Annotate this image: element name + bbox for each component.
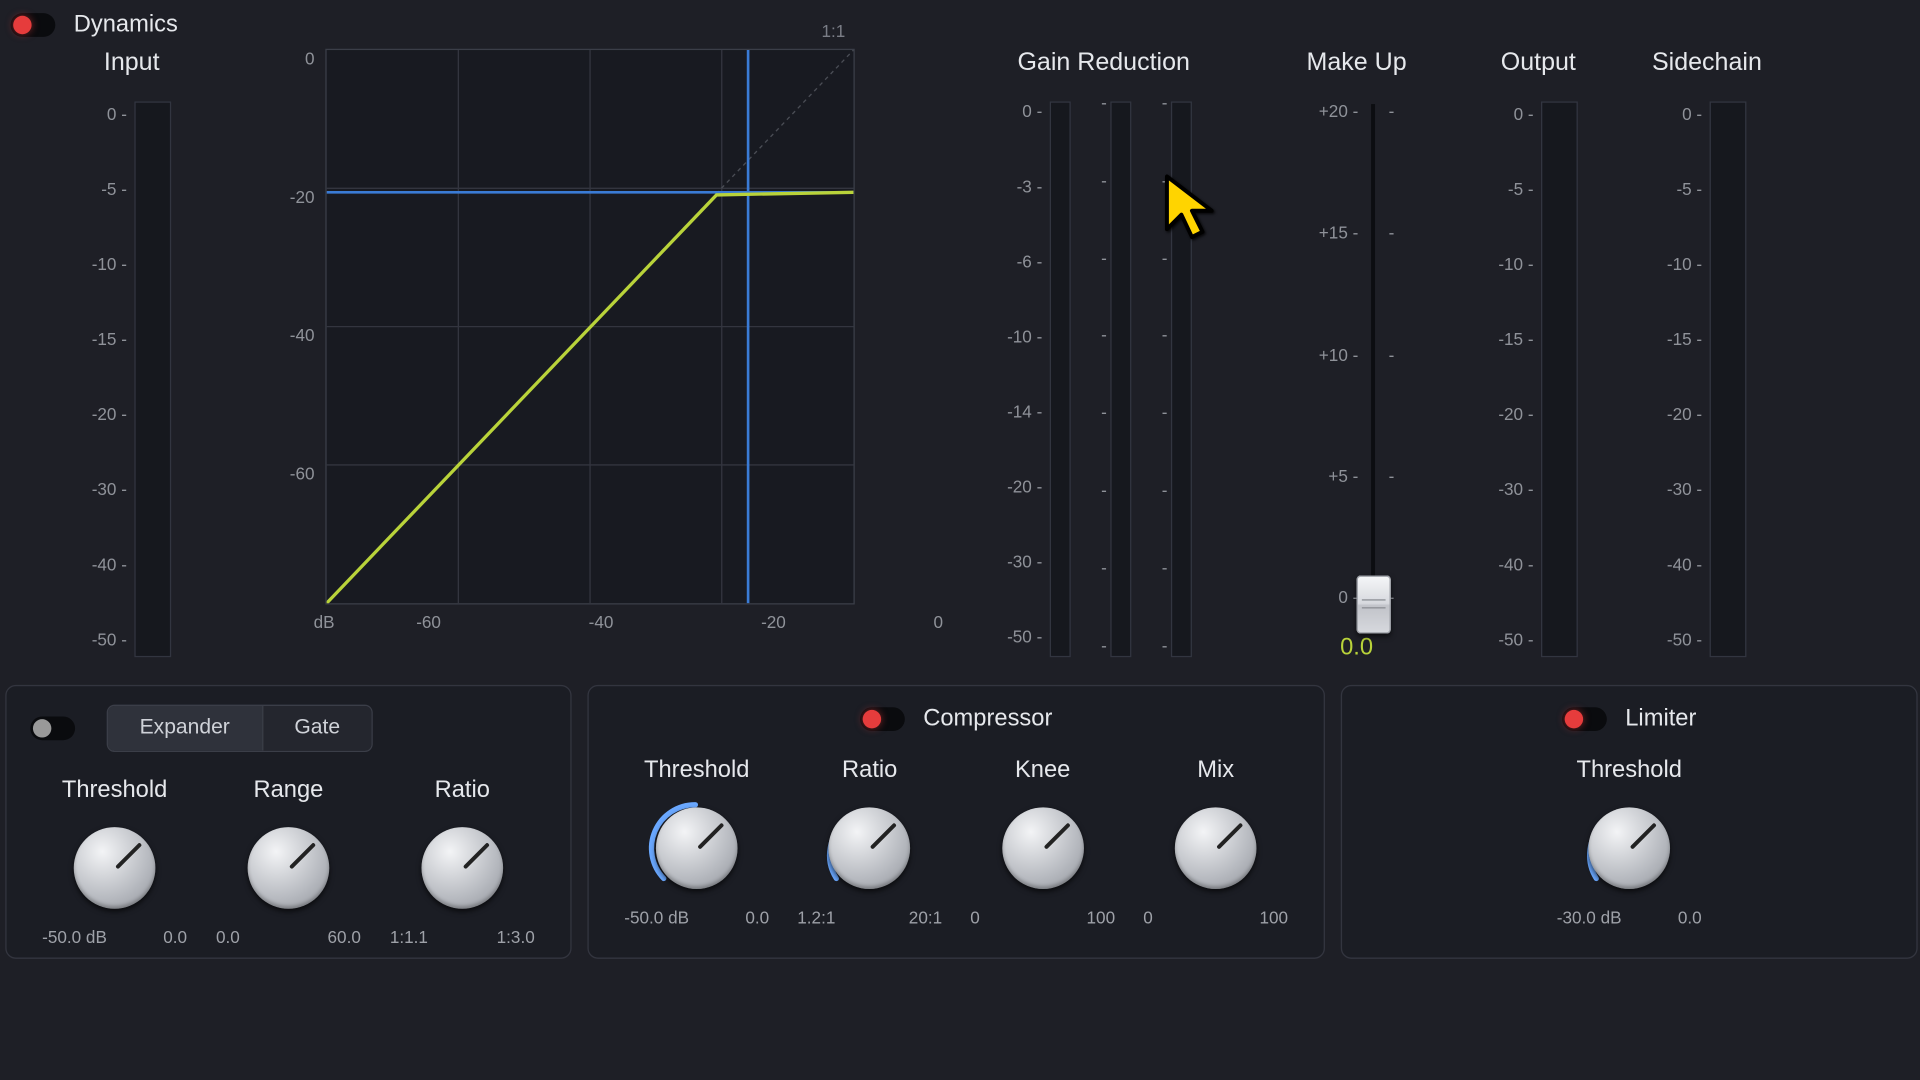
transfer-curve-svg: [326, 50, 853, 603]
makeup-value: 0.0: [1340, 634, 1373, 662]
exp-threshold-knob[interactable]: [74, 827, 156, 909]
comp-threshold-knob[interactable]: [656, 807, 738, 889]
comp-mix-knob[interactable]: [1175, 807, 1257, 889]
comp-ratio-knob[interactable]: [829, 807, 911, 889]
gr-meter-2: --------: [1111, 101, 1132, 657]
input-label: Input: [104, 49, 160, 78]
sidechain-meter: [1710, 101, 1747, 657]
chart-x-axis: -60-40-200: [335, 612, 943, 632]
lim-threshold-label: Threshold: [1576, 756, 1681, 784]
exp-ratio-knob[interactable]: [421, 827, 503, 909]
limiter-enable-toggle[interactable]: [1562, 707, 1607, 731]
exp-ratio-label: Ratio: [435, 776, 490, 804]
dynamics-enable-toggle[interactable]: [11, 13, 56, 37]
comp-knee-knob[interactable]: [1002, 807, 1084, 889]
comp-mix-label: Mix: [1197, 756, 1234, 784]
exp-threshold-label: Threshold: [62, 776, 167, 804]
sidechain-scale: 0-5-10-15-20-30-40-50: [1667, 101, 1702, 649]
makeup-slider-handle[interactable]: [1356, 576, 1390, 634]
chart-y-axis: 0-20-40-60: [290, 49, 325, 602]
compressor-enable-toggle[interactable]: [860, 707, 905, 731]
compressor-title: Compressor: [923, 705, 1052, 733]
input-meter: [135, 101, 172, 657]
exp-range-label: Range: [253, 776, 323, 804]
gr-meter-1: [1050, 101, 1071, 657]
exp-range-knob[interactable]: [248, 827, 330, 909]
compressor-module: Compressor Threshold -50.0 dB0.0 Ratio 1…: [587, 685, 1325, 959]
panel-title: Dynamics: [74, 11, 178, 39]
input-scale: 0-5-10-15-20-30-40-50: [92, 101, 127, 649]
gain-reduction-label: Gain Reduction: [1017, 49, 1189, 78]
sidechain-label: Sidechain: [1652, 49, 1762, 78]
expander-module: Expander Gate Threshold -50.0 dB0.0 Rang…: [5, 685, 571, 959]
gr-meter-3: --------: [1171, 101, 1192, 657]
output-meter: [1541, 101, 1578, 657]
one-to-one-label: 1:1: [821, 21, 845, 41]
comp-threshold-label: Threshold: [644, 756, 749, 784]
lim-threshold-knob[interactable]: [1588, 807, 1670, 889]
makeup-scale-l: +20+15+10+50: [1319, 101, 1359, 607]
chart-unit: dB: [290, 612, 335, 632]
makeup-slider[interactable]: [1372, 104, 1376, 618]
tab-gate[interactable]: Gate: [261, 706, 371, 751]
makeup-label: Make Up: [1307, 49, 1407, 78]
output-scale: 0-5-10-15-20-30-40-50: [1498, 101, 1533, 649]
output-label: Output: [1501, 49, 1576, 78]
expander-enable-toggle[interactable]: [30, 716, 75, 740]
comp-knee-label: Knee: [1015, 756, 1070, 784]
dynamics-transfer-plot[interactable]: 1:1: [325, 49, 854, 605]
limiter-module: Limiter Threshold -30.0 dB0.0: [1341, 685, 1918, 959]
tab-expander[interactable]: Expander: [108, 706, 261, 751]
limiter-title: Limiter: [1625, 705, 1696, 733]
comp-ratio-label: Ratio: [842, 756, 897, 784]
gr-scale: 0-3-6-10-14-20-30-50: [1007, 101, 1042, 646]
makeup-scale-r: [1389, 101, 1395, 607]
